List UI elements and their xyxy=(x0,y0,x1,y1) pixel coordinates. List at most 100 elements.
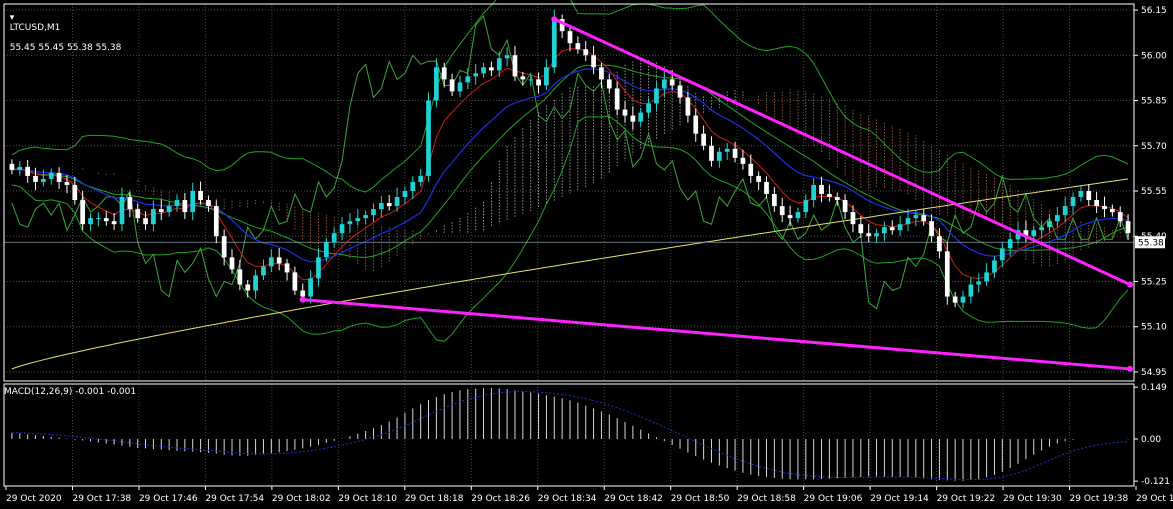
price-tick-label: 55.70 xyxy=(1141,142,1167,152)
time-tick-label: 29 Oct 18:26 xyxy=(471,494,530,504)
time-tick-label: 29 Oct 19:06 xyxy=(804,494,863,504)
main-frame xyxy=(3,3,1135,382)
price-tick-label: 56.15 xyxy=(1141,6,1167,16)
candle-body xyxy=(143,218,148,225)
macd-label: MACD(12,26,9) -0.001 -0.001 xyxy=(4,387,137,397)
candle-body xyxy=(378,203,384,210)
candle-body xyxy=(779,206,785,216)
candle-body xyxy=(803,200,809,213)
time-tick-label: 29 Oct 18:10 xyxy=(338,494,397,504)
candle-body xyxy=(441,67,447,80)
candle-body xyxy=(323,242,329,258)
candle-body xyxy=(842,200,848,213)
trendline-anchor xyxy=(1127,365,1133,372)
trendline-anchor xyxy=(1127,281,1133,288)
candle-body xyxy=(591,55,596,68)
candle-body xyxy=(772,194,777,207)
candle-body xyxy=(268,257,274,267)
time-tick-label: 29 Oct 19:22 xyxy=(937,494,996,504)
candle-body xyxy=(952,296,958,303)
candle-body xyxy=(363,215,368,219)
price-tick-label: 55.25 xyxy=(1141,277,1167,287)
candle-body xyxy=(968,284,974,297)
candle-body xyxy=(811,184,817,201)
candle-body xyxy=(410,181,416,191)
candle-body xyxy=(716,151,722,161)
candle-body xyxy=(512,55,518,77)
candle-body xyxy=(174,200,180,207)
candle-body xyxy=(764,181,769,195)
candle-body xyxy=(229,257,235,270)
dropdown-arrow-icon[interactable]: ▾ xyxy=(10,13,15,23)
candle-body xyxy=(654,88,659,104)
candle-body xyxy=(253,275,258,291)
candle-body xyxy=(213,206,219,237)
candle-body xyxy=(827,194,832,198)
candle-body xyxy=(984,272,989,282)
time-tick-label: 29 Oct 18:34 xyxy=(538,494,597,504)
candle-body xyxy=(1086,190,1092,201)
symbol-label: LTCUSD,M1 xyxy=(9,23,61,33)
candle-body xyxy=(921,215,927,222)
candle-body xyxy=(1054,215,1060,222)
macd-frame xyxy=(3,383,1135,487)
candle-body xyxy=(1102,206,1107,210)
candle-body xyxy=(787,215,793,219)
candle-body xyxy=(284,263,290,273)
candle-body xyxy=(685,97,691,116)
time-tick-label: 29 Oct 18:58 xyxy=(737,494,796,504)
time-tick-label: 29 Oct 19:38 xyxy=(1070,494,1129,504)
candle-body xyxy=(261,266,266,276)
candle-body xyxy=(606,79,612,89)
candle-body xyxy=(434,67,439,101)
candle-body xyxy=(732,148,738,158)
chart-frames xyxy=(3,3,1135,487)
candle-body xyxy=(1039,227,1044,231)
candle-body xyxy=(1031,230,1037,237)
candle-body xyxy=(638,112,644,122)
candle-body xyxy=(198,190,203,201)
candle-body xyxy=(402,190,408,198)
candle-body xyxy=(709,145,714,161)
candle-body xyxy=(245,284,251,291)
macd-tick-label: 0.00 xyxy=(1141,435,1161,445)
trendline-anchor xyxy=(299,296,306,303)
candle-body xyxy=(992,260,997,273)
candle-body xyxy=(756,175,762,182)
candle-body xyxy=(551,19,557,68)
candle-body xyxy=(701,133,706,146)
time-tick-label: 29 Oct 17:38 xyxy=(72,494,131,504)
candle-body xyxy=(897,224,903,231)
price-chart[interactable]: 56.1556.0055.8555.7055.5555.4055.2555.10… xyxy=(0,0,1173,509)
price-tick-label: 55.55 xyxy=(1141,187,1167,197)
candle-body xyxy=(339,224,345,234)
candle-body xyxy=(127,197,133,210)
candle-body xyxy=(394,197,400,207)
candle-body xyxy=(536,79,541,86)
candle-body xyxy=(41,178,46,182)
time-tick-label: 29 Oct 19:14 xyxy=(870,494,929,504)
candle-body xyxy=(308,278,313,297)
candle-body xyxy=(599,67,604,80)
candle-body xyxy=(473,73,479,77)
candle-body xyxy=(905,218,911,225)
candle-body xyxy=(858,224,864,234)
candle-body xyxy=(151,209,156,225)
tenkan-line xyxy=(11,48,1129,281)
chart-grid xyxy=(4,4,1134,486)
candle-body xyxy=(158,209,164,213)
candle-body xyxy=(819,184,824,195)
trendline xyxy=(302,298,1131,371)
candle-body xyxy=(944,251,950,297)
candle-body xyxy=(221,236,227,258)
candle-body xyxy=(795,212,801,219)
candle-body xyxy=(1047,221,1052,228)
candle-body xyxy=(677,85,683,98)
candle-body xyxy=(33,175,38,182)
time-tick-label: 29 Oct 2020 xyxy=(6,494,62,504)
candle-body xyxy=(17,166,23,170)
trendlines[interactable] xyxy=(299,16,1133,372)
candle-body xyxy=(834,197,840,201)
time-tick-label: 29 Oct 19:46 xyxy=(1136,494,1173,504)
time-tick-label: 29 Oct 18:50 xyxy=(671,494,730,504)
